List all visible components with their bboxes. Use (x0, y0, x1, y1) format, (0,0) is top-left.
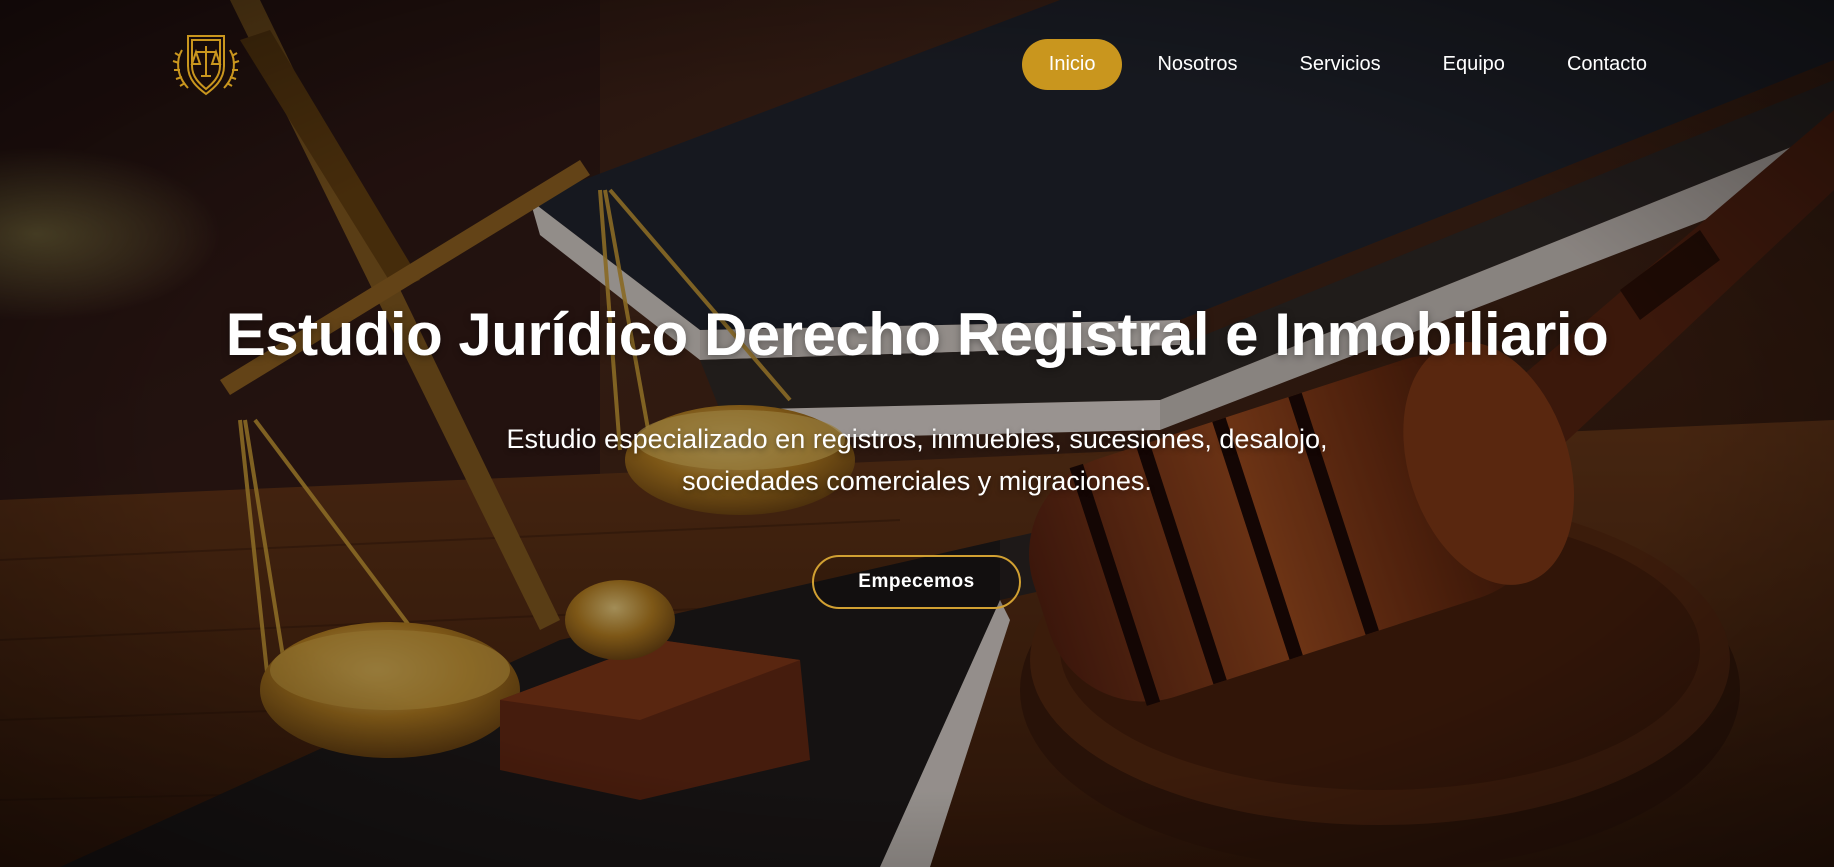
nav-item-equipo[interactable]: Equipo (1416, 39, 1532, 90)
main-nav: Inicio Nosotros Servicios Equipo Contact… (1014, 39, 1674, 90)
scales-of-justice-shield-icon (172, 35, 240, 96)
hero-subtitle-line-1: Estudio especializado en registros, inmu… (506, 424, 1328, 454)
nav-item-contacto[interactable]: Contacto (1540, 39, 1674, 90)
firm-logo[interactable] (166, 30, 246, 100)
nav-item-servicios[interactable]: Servicios (1273, 39, 1408, 90)
hero-section: Inicio Nosotros Servicios Equipo Contact… (0, 0, 1834, 867)
hero-subtitle: Estudio especializado en registros, inmu… (0, 418, 1834, 502)
nav-item-nosotros[interactable]: Nosotros (1130, 39, 1264, 90)
hero-title: Estudio Jurídico Derecho Registral e Inm… (225, 301, 1609, 368)
nav-item-inicio[interactable]: Inicio (1021, 39, 1123, 90)
cta-empecemos-button[interactable]: Empecemos (812, 555, 1021, 609)
hero-subtitle-line-2: sociedades comerciales y migraciones. (682, 466, 1152, 496)
